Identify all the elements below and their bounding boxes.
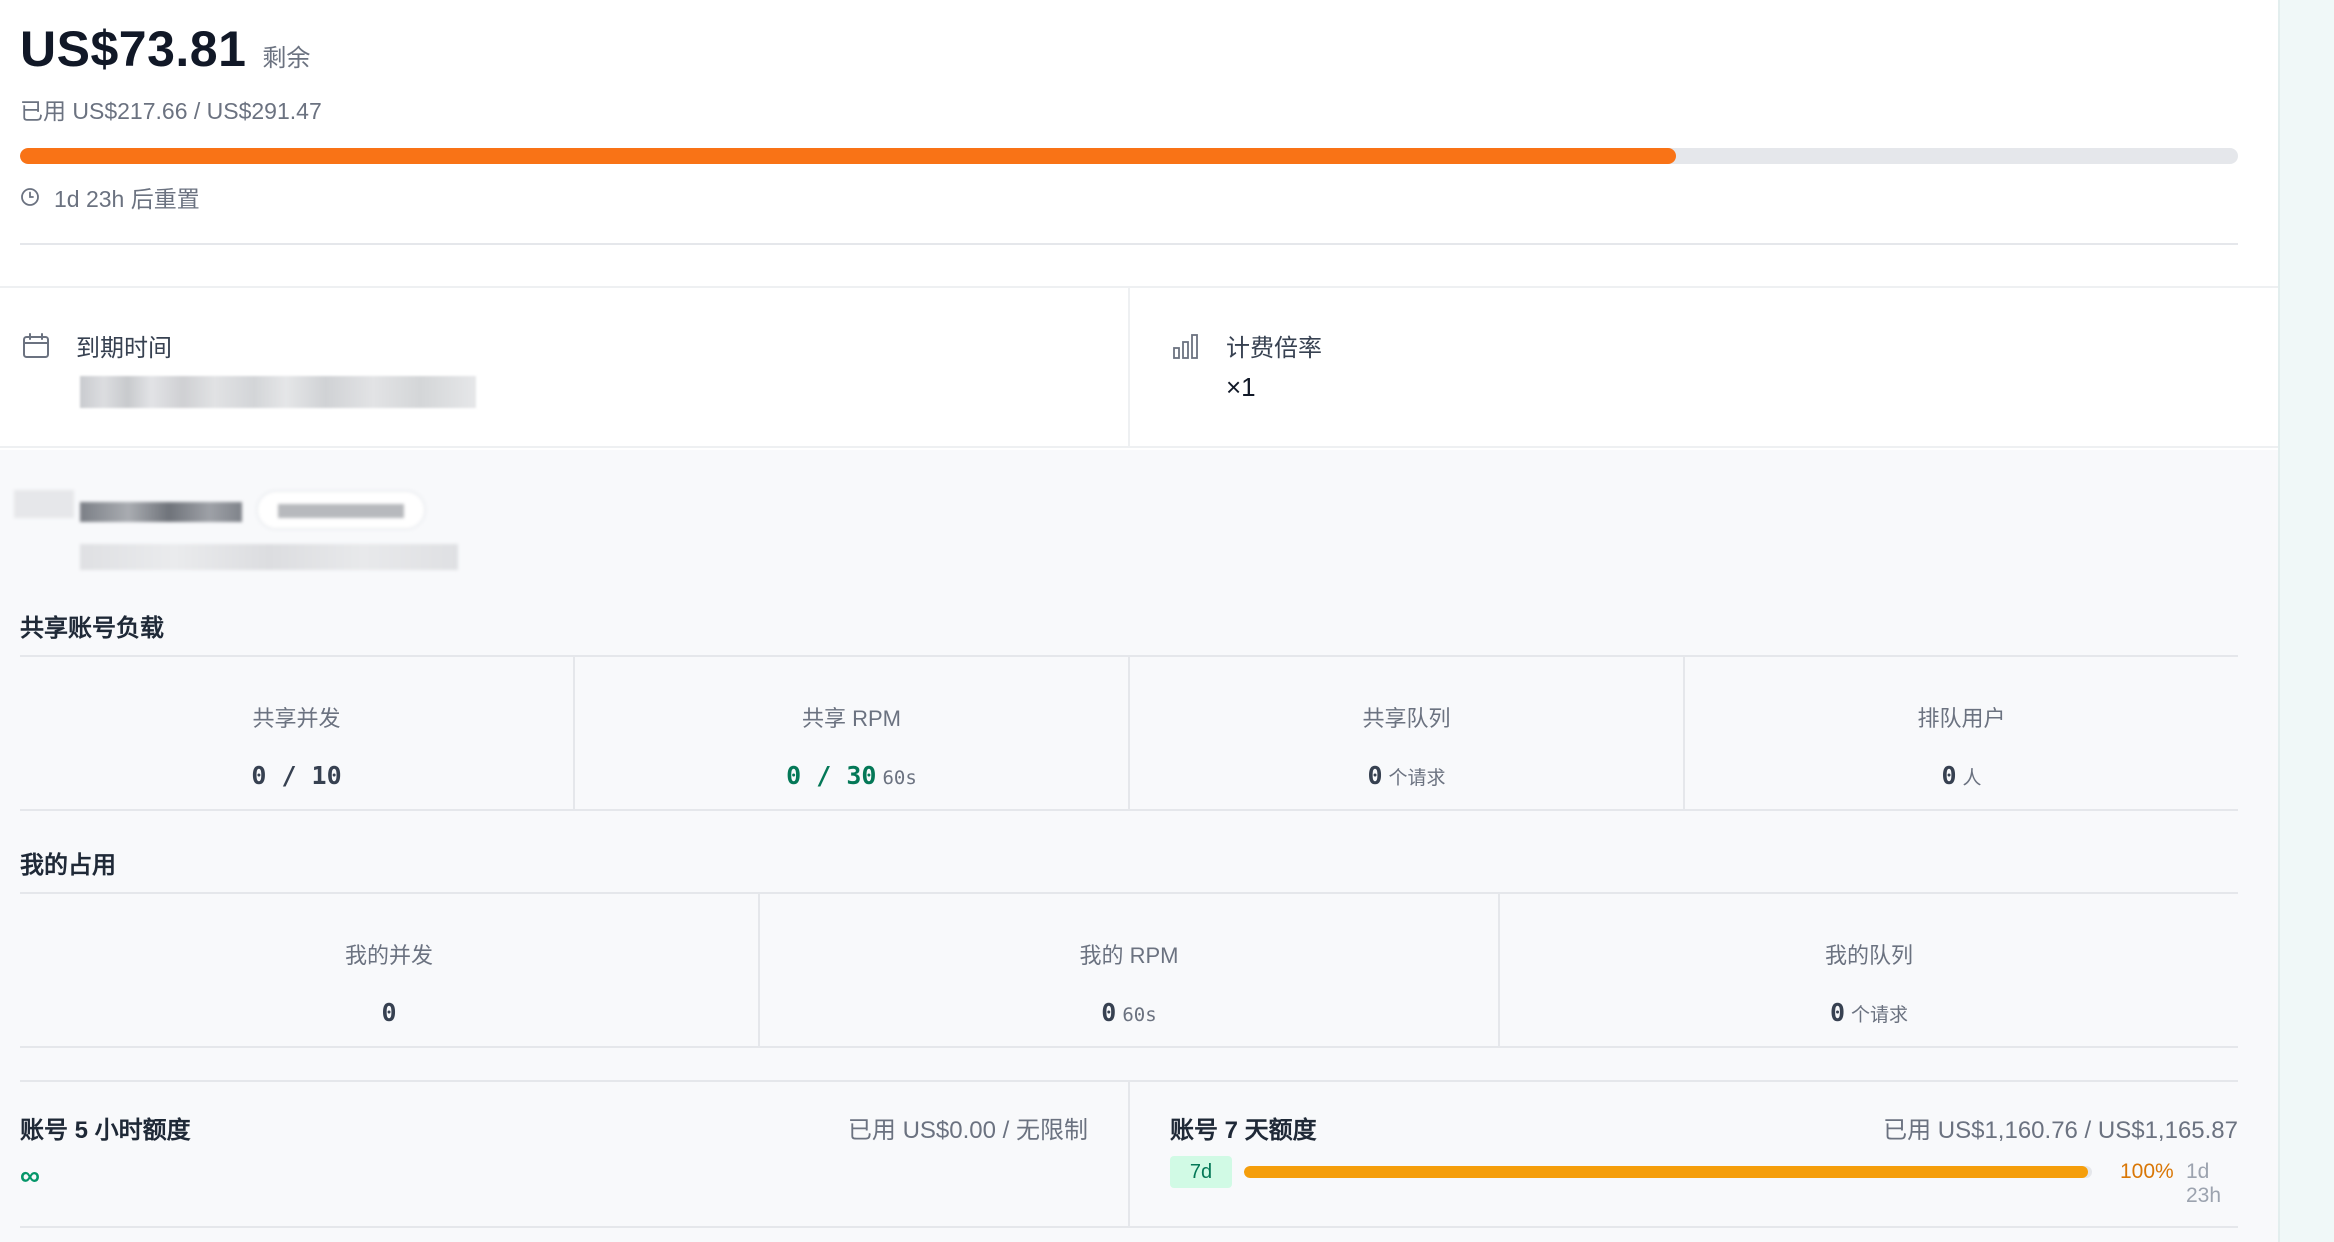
stat-unit: 60s xyxy=(882,767,917,789)
info-cards: 到期时间 计费倍率 ×1 xyxy=(0,288,2278,448)
stat-unit: 个请求 xyxy=(1388,767,1446,789)
shared-load-title: 共享账号负载 xyxy=(20,615,164,642)
redacted-avatar xyxy=(14,490,74,518)
shared-concurrency-cell: 共享并发 0 / 10 xyxy=(20,657,575,809)
stat-label: 共享队列 xyxy=(1362,706,1451,731)
redacted-account-name xyxy=(80,502,242,522)
stat-label: 我的队列 xyxy=(1824,943,1913,968)
remaining-quota-section: US$73.81 剩余 已用 US$217.66 / US$291.47 1d … xyxy=(20,20,2238,212)
stat-label: 我的 RPM xyxy=(1079,943,1179,968)
remaining-amount: US$73.81 xyxy=(20,21,247,77)
account-7d-progress-fill xyxy=(1244,1166,2089,1178)
stat-label: 共享 RPM xyxy=(801,706,901,731)
my-queue-cell: 我的队列 0 个请求 xyxy=(1500,894,2238,1046)
my-usage-grid: 我的并发 0 我的 RPM 0 60s 我的队列 0 个请求 xyxy=(20,892,2238,1048)
account-7d-reset: 1d 23h xyxy=(2186,1160,2222,1207)
queued-users-cell: 排队用户 0人 xyxy=(1685,657,2238,809)
period-badge: 7d xyxy=(1170,1156,1232,1188)
shared-queue-cell: 共享队列 0 个请求 xyxy=(1130,657,1685,809)
stat-label: 共享并发 xyxy=(252,706,341,731)
stat-value: 0 xyxy=(381,998,397,1027)
stat-value: 0 / 10 xyxy=(251,761,342,790)
account-7d-progress-bar xyxy=(1244,1166,2092,1178)
account-7d-title: 账号 7 天额度 xyxy=(1170,1117,1317,1144)
quota-panel: US$73.81 剩余 已用 US$217.66 / US$291.47 1d … xyxy=(0,0,2278,1242)
side-panel-edge xyxy=(2278,0,2334,1242)
billing-rate-card: 计费倍率 ×1 xyxy=(1130,288,2278,446)
stat-value: 0 / 30 60s xyxy=(786,761,917,790)
bar-chart-icon xyxy=(1173,334,1198,359)
stat-unit: 个请求 xyxy=(1851,1004,1909,1026)
redacted-expiry-value xyxy=(80,376,476,408)
calendar-icon xyxy=(23,333,49,358)
account-5h-title: 账号 5 小时额度 xyxy=(20,1117,191,1144)
stat-value: 0 个请求 xyxy=(1829,998,1909,1027)
stat-value: 0 60s xyxy=(1101,998,1157,1027)
account-5h-used: 已用 US$0.00 / 无限制 xyxy=(847,1117,1088,1144)
clock-icon xyxy=(21,188,39,206)
account-7d-used: 已用 US$1,160.76 / US$1,165.87 xyxy=(1883,1117,2238,1144)
shared-rpm-cell: 共享 RPM 0 / 30 60s xyxy=(575,657,1130,809)
account-7d-quota-card: 账号 7 天额度 已用 US$1,160.76 / US$1,165.87 7d… xyxy=(1130,1082,2238,1226)
stat-label: 我的并发 xyxy=(344,943,433,968)
reset-text: 1d 23h 后重置 xyxy=(54,186,200,212)
stat-unit: 60s xyxy=(1122,1004,1157,1026)
used-total-text: 已用 US$217.66 / US$291.47 xyxy=(20,98,322,124)
my-rpm-cell: 我的 RPM 0 60s xyxy=(760,894,1500,1046)
reset-info: 1d 23h 后重置 xyxy=(20,180,200,214)
my-concurrency-cell: 我的并发 0 xyxy=(20,894,760,1046)
shared-load-grid: 共享并发 0 / 10 共享 RPM 0 / 30 60s 共享队列 0 个请求 排… xyxy=(20,655,2238,811)
divider xyxy=(20,243,2238,245)
remaining-label: 剩余 xyxy=(262,45,311,72)
expiry-title: 到期时间 xyxy=(76,335,172,362)
account-quota-row: 账号 5 小时额度 已用 US$0.00 / 无限制 ∞ 账号 7 天额度 已用… xyxy=(20,1080,2238,1228)
stat-label: 排队用户 xyxy=(1917,706,2006,731)
quota-progress-bar xyxy=(20,148,2238,164)
redacted-account-detail xyxy=(80,544,458,570)
billing-rate-value: ×1 xyxy=(1226,372,1256,402)
account-5h-quota-card: 账号 5 小时额度 已用 US$0.00 / 无限制 ∞ xyxy=(20,1082,1130,1226)
stat-unit: 人 xyxy=(1962,767,1982,789)
expiry-card: 到期时间 xyxy=(0,288,1130,446)
stat-value: 0人 xyxy=(1941,761,1982,790)
account-7d-percent: 100% xyxy=(2120,1160,2174,1183)
quota-progress-fill xyxy=(20,148,1677,164)
unlimited-value: ∞ xyxy=(20,1160,40,1191)
billing-rate-title: 计费倍率 xyxy=(1226,335,1322,362)
stat-value: 0 个请求 xyxy=(1367,761,1446,790)
my-usage-title: 我的占用 xyxy=(20,852,116,879)
redacted-badge-text xyxy=(278,504,404,518)
